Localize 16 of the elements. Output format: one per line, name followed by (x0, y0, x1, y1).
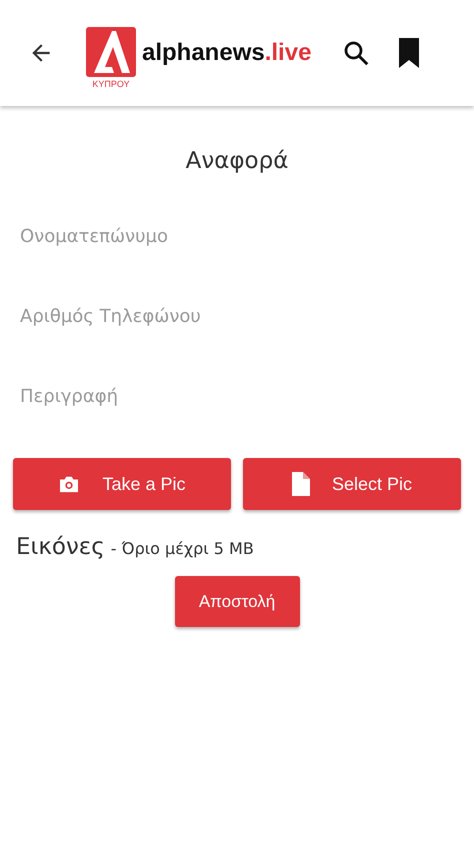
brand-suffix: .live (264, 39, 312, 67)
size-limit-note: - Όριο μέχρι 5 MB (110, 539, 254, 558)
input-field[interactable]: Περιγραφή (20, 378, 460, 414)
camera-icon (58, 475, 80, 493)
select-photo-button[interactable]: Select Pic (243, 458, 461, 510)
form-title: Αναφορά (184, 148, 290, 174)
document-icon (292, 472, 310, 496)
input-field[interactable]: Ονοματεπώνυμο (20, 218, 460, 254)
brand-name: alphanews (142, 39, 265, 67)
images-title: Εικόνες (16, 534, 105, 560)
take-photo-button[interactable]: Take a Pic (13, 458, 231, 510)
logo-icon (86, 27, 136, 77)
bookmark-icon[interactable] (399, 38, 420, 68)
submit-button[interactable]: Αποστολή (174, 576, 300, 627)
logo-caption: ΚΥΠΡΟΥ (92, 79, 130, 89)
input-field[interactable]: Αριθμός Τηλεφώνου (20, 298, 460, 334)
